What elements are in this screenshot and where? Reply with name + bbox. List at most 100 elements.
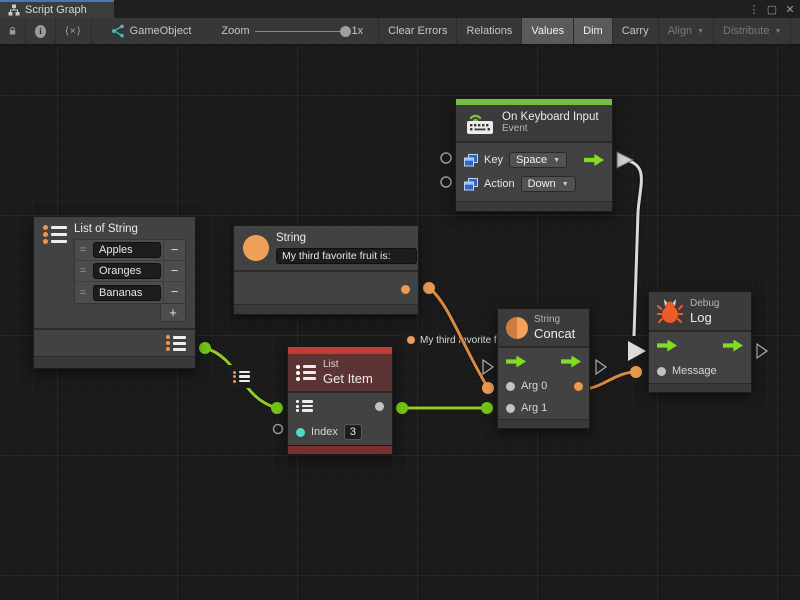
node-string-literal[interactable]: String My third favorite fruit is: bbox=[233, 225, 419, 315]
node-category: List bbox=[323, 359, 373, 370]
keyboard-icon bbox=[465, 111, 495, 135]
remove-item-button[interactable]: − bbox=[163, 240, 185, 260]
maximize-button[interactable]: ▢ bbox=[764, 0, 780, 18]
string-output-port[interactable] bbox=[401, 285, 410, 294]
wire-endpoint[interactable] bbox=[481, 402, 493, 414]
close-button[interactable]: ✕ bbox=[782, 0, 798, 18]
values-toggle[interactable]: Values bbox=[522, 18, 574, 44]
node-get-item[interactable]: List Get Item Index 3 bbox=[287, 346, 393, 455]
code-icon: ⟨×⟩ bbox=[65, 26, 82, 37]
distribute-dropdown[interactable]: Distribute ▼ bbox=[714, 18, 791, 44]
node-on-keyboard-input[interactable]: On Keyboard Input Event Key Space ▼ bbox=[455, 98, 613, 212]
drag-handle-icon[interactable]: = bbox=[75, 287, 91, 299]
value-preview-text: My third favorite fr.. bbox=[420, 335, 505, 346]
flow-output-port[interactable] bbox=[561, 356, 581, 368]
message-row: Message bbox=[649, 359, 751, 383]
port-action-unconnected[interactable] bbox=[441, 177, 451, 187]
add-item-button[interactable]: + bbox=[160, 304, 186, 322]
chevron-down-icon: ▼ bbox=[774, 28, 781, 35]
wire-flow-keyboard-to-log[interactable] bbox=[629, 161, 641, 336]
wire-endpoint[interactable] bbox=[396, 402, 408, 414]
info-button[interactable]: i bbox=[26, 18, 56, 44]
wire-endpoint[interactable] bbox=[271, 402, 283, 414]
wire-endpoint[interactable] bbox=[199, 342, 211, 354]
list-icon bbox=[296, 365, 316, 381]
dim-toggle[interactable]: Dim bbox=[574, 18, 613, 44]
align-dropdown[interactable]: Align ▼ bbox=[659, 18, 714, 44]
wire-endpoint[interactable] bbox=[423, 282, 435, 294]
list-icon bbox=[43, 225, 67, 244]
window-menu-button[interactable]: ⋮ bbox=[746, 0, 762, 18]
carry-toggle[interactable]: Carry bbox=[613, 18, 659, 44]
message-input-port[interactable] bbox=[657, 367, 666, 376]
node-title: String bbox=[276, 232, 417, 244]
remove-item-button[interactable]: − bbox=[163, 261, 185, 281]
arg1-label: Arg 1 bbox=[521, 402, 547, 414]
port-key-unconnected[interactable] bbox=[441, 153, 451, 163]
graph-canvas[interactable]: My third favorite fr.. On bbox=[0, 0, 800, 600]
graph-toolbar: i ⟨×⟩ GameObject Zoom 1x Clear Errors Re… bbox=[0, 18, 800, 45]
message-label: Message bbox=[672, 365, 717, 377]
graph-icon bbox=[8, 4, 20, 16]
overview-button[interactable]: Overv bbox=[791, 18, 800, 44]
node-category: String bbox=[534, 314, 575, 325]
flow-input-port[interactable] bbox=[506, 356, 526, 368]
arg1-input-port[interactable] bbox=[506, 404, 515, 413]
string-type-dot bbox=[407, 336, 415, 344]
node-footer bbox=[34, 356, 195, 368]
index-value-field[interactable]: 3 bbox=[344, 424, 362, 440]
node-debug-log[interactable]: Debug Log Message bbox=[648, 291, 752, 393]
context-gameobject[interactable]: GameObject bbox=[104, 18, 199, 44]
graph-reference-icon bbox=[111, 24, 125, 38]
node-list-of-string[interactable]: List of String = Apples − = Oranges − = bbox=[33, 216, 196, 369]
clear-errors-button[interactable]: Clear Errors bbox=[378, 18, 457, 44]
bug-icon bbox=[657, 297, 683, 325]
list-item-field[interactable]: Oranges bbox=[93, 263, 161, 279]
lock-icon bbox=[9, 25, 16, 37]
lock-button[interactable] bbox=[0, 18, 26, 44]
flow-output-port[interactable] bbox=[723, 340, 743, 352]
list-editor: = Apples − = Oranges − = Bananas − bbox=[74, 239, 186, 304]
flow-output-port[interactable] bbox=[584, 154, 604, 166]
node-concat[interactable]: String Concat Arg 0 Arg 1 bbox=[497, 308, 590, 429]
action-dropdown[interactable]: Down ▼ bbox=[521, 176, 576, 192]
list-item-row: = Oranges − bbox=[75, 261, 185, 282]
remove-item-button[interactable]: − bbox=[163, 282, 185, 303]
wire-endpoint[interactable] bbox=[630, 366, 642, 378]
node-footer bbox=[649, 383, 751, 392]
tab-script-graph[interactable]: Script Graph bbox=[0, 0, 114, 18]
arg1-row: Arg 1 bbox=[498, 397, 589, 419]
wire-endpoint[interactable] bbox=[482, 382, 494, 394]
node-title: On Keyboard Input bbox=[502, 111, 599, 123]
flow-input-port[interactable] bbox=[657, 340, 677, 352]
result-output-port[interactable] bbox=[574, 382, 583, 391]
index-input-port[interactable] bbox=[296, 428, 305, 437]
list-output-port[interactable] bbox=[166, 335, 186, 351]
relations-button[interactable]: Relations bbox=[457, 18, 522, 44]
key-dropdown[interactable]: Space ▼ bbox=[509, 152, 567, 168]
list-input-port[interactable] bbox=[296, 400, 313, 412]
enum-type-icon bbox=[464, 154, 478, 167]
code-view-button[interactable]: ⟨×⟩ bbox=[56, 18, 92, 44]
enum-type-icon bbox=[464, 178, 478, 191]
drag-handle-icon[interactable]: = bbox=[75, 244, 91, 256]
node-title: Concat bbox=[534, 326, 575, 341]
zoom-slider[interactable] bbox=[255, 31, 347, 32]
drag-handle-icon[interactable]: = bbox=[75, 265, 91, 277]
port-index-unconnected[interactable] bbox=[274, 425, 283, 434]
zoom-control: Zoom 1x bbox=[214, 18, 370, 44]
list-item-field[interactable]: Bananas bbox=[93, 285, 161, 301]
flow-row bbox=[498, 348, 589, 375]
zoom-slider-thumb[interactable] bbox=[340, 26, 351, 37]
string-value-field[interactable]: My third favorite fruit is: bbox=[276, 248, 417, 264]
zoom-value: 1x bbox=[352, 25, 364, 37]
item-output-port[interactable] bbox=[375, 402, 384, 411]
index-label: Index bbox=[311, 426, 338, 438]
list-item-field[interactable]: Apples bbox=[93, 242, 161, 258]
flow-hint-triangle bbox=[596, 360, 606, 374]
arg0-input-port[interactable] bbox=[506, 382, 515, 391]
flow-source-arrow bbox=[617, 152, 633, 168]
arg0-label: Arg 0 bbox=[521, 380, 547, 392]
chevron-down-icon: ▼ bbox=[553, 157, 560, 164]
list-type-badge bbox=[227, 365, 255, 388]
